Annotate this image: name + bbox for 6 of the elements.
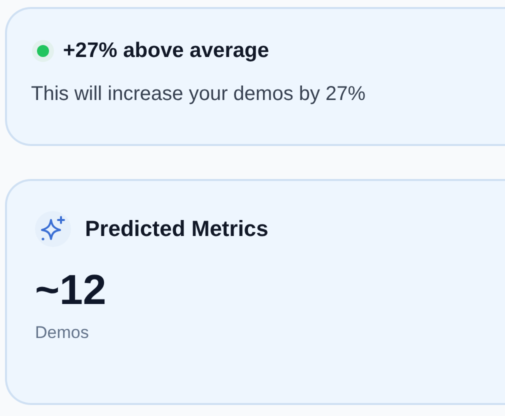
metric-label: Demos (35, 323, 90, 343)
insight-description: This will increase your demos by 27% (31, 83, 367, 106)
sparkle-icon (35, 211, 71, 247)
metric-value: ~12 (35, 269, 108, 311)
insight-title: +27% above average (63, 39, 270, 63)
metrics-title: Predicted Metrics (85, 216, 268, 242)
